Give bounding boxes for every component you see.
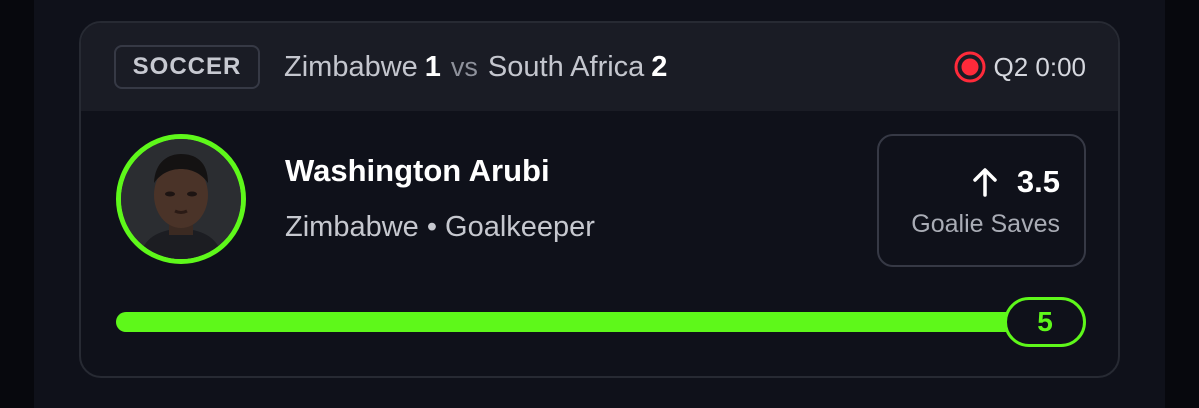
home-team-name: Zimbabwe <box>284 50 418 83</box>
live-record-icon <box>954 51 986 83</box>
stat-line-value: 3.5 <box>1016 164 1060 199</box>
left-edge-strip <box>0 0 34 408</box>
right-edge-strip <box>1165 0 1199 408</box>
player-avatar <box>116 134 246 264</box>
live-status: Q2 0:00 <box>953 49 1086 85</box>
game-clock: Q2 0:00 <box>993 51 1086 82</box>
away-team-score: 2 <box>651 50 668 83</box>
player-headshot-icon <box>121 139 241 259</box>
stat-line: 3.5 <box>971 164 1060 200</box>
progress-fill <box>116 312 1046 332</box>
stat-label: Goalie Saves <box>911 210 1060 238</box>
away-team-name: South Africa <box>487 50 645 83</box>
progress-current-value: 5 <box>1004 297 1086 347</box>
vs-label: vs <box>450 51 478 82</box>
player-team-position: Zimbabwe • Goalkeeper <box>285 211 595 243</box>
progress-track <box>116 312 1046 332</box>
card-header: SOCCER Zimbabwe 1 vs South Africa 2 Q2 0… <box>81 23 1118 111</box>
home-team-score: 1 <box>424 50 441 83</box>
arrow-up-icon <box>973 168 997 197</box>
player-prop-card[interactable]: SOCCER Zimbabwe 1 vs South Africa 2 Q2 0… <box>79 21 1120 378</box>
stat-line-box[interactable]: 3.5 Goalie Saves <box>877 134 1086 267</box>
sport-badge: SOCCER <box>114 45 260 89</box>
player-name: Washington Arubi <box>285 153 550 188</box>
matchup: Zimbabwe 1 vs South Africa 2 <box>284 49 667 85</box>
